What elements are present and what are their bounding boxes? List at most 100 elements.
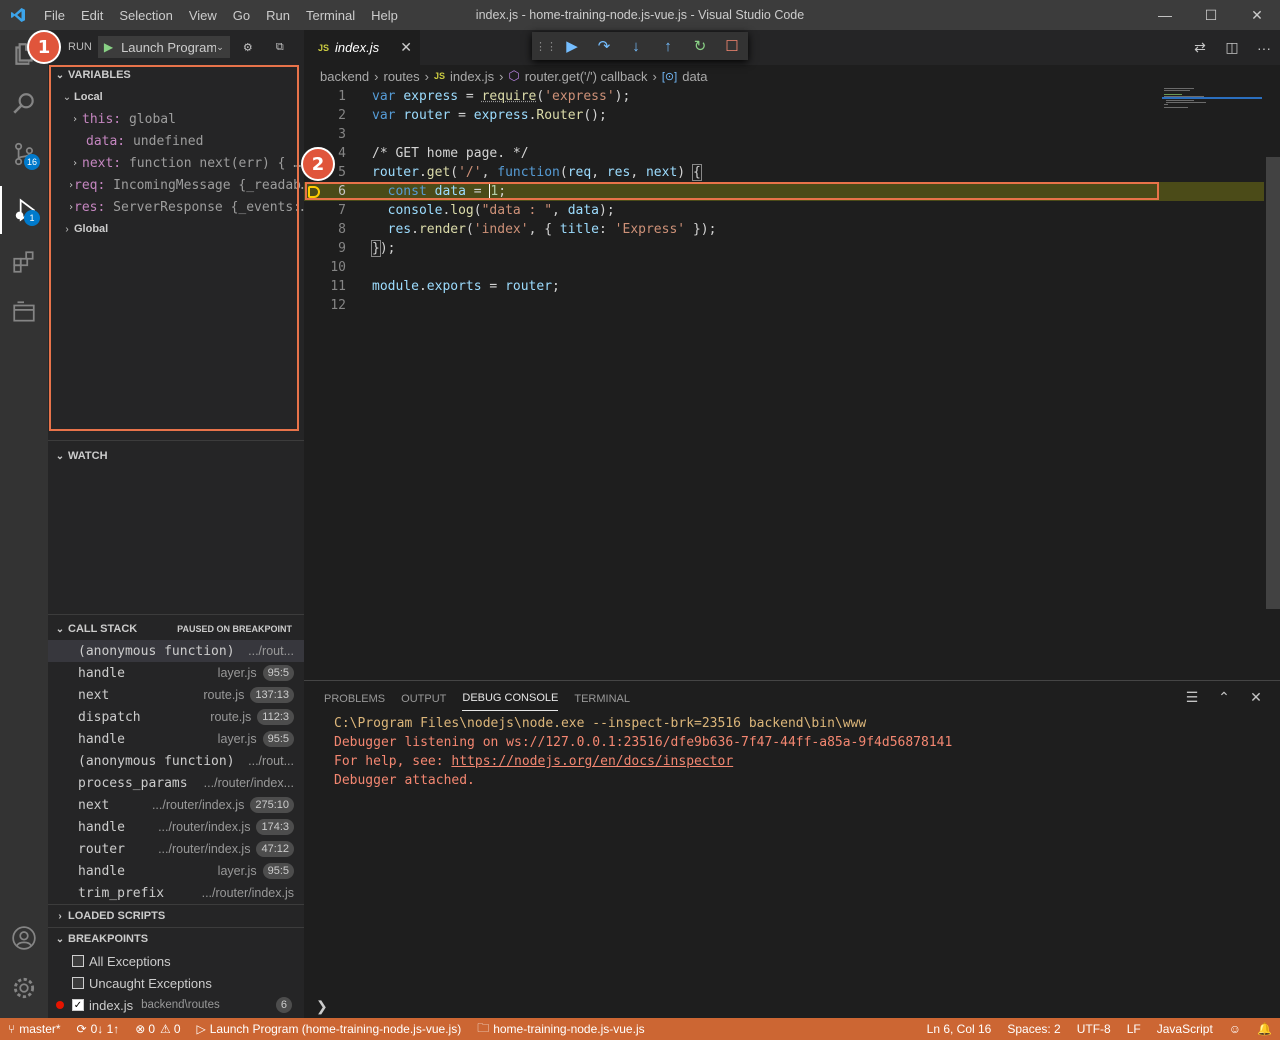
minimap[interactable]: [1162, 87, 1262, 127]
tab-index-js[interactable]: JS index.js ✕: [304, 30, 420, 65]
breakpoint-uncaught-exceptions[interactable]: Uncaught Exceptions: [48, 972, 304, 994]
breakpoint-index-js[interactable]: ✓ index.js backend\routes 6: [48, 994, 304, 1016]
menu-selection[interactable]: Selection: [111, 8, 180, 23]
source-control-icon[interactable]: 16: [0, 130, 48, 178]
repl-input[interactable]: ❯: [316, 998, 328, 1018]
code-line: 3: [304, 125, 1264, 144]
call-stack-frame[interactable]: handle layer.js 95:5: [48, 728, 304, 750]
call-stack-header[interactable]: ⌄ CALL STACK PAUSED ON BREAKPOINT: [48, 618, 304, 640]
breadcrumb-item[interactable]: router.get('/') callback: [525, 69, 648, 84]
call-stack-frame[interactable]: handle layer.js 95:5: [48, 662, 304, 684]
debug-launch-status[interactable]: ▷ Launch Program (home-training-node.js-v…: [189, 1022, 470, 1036]
continue-icon[interactable]: ▶: [556, 32, 588, 60]
menu-file[interactable]: File: [36, 8, 73, 23]
maximize-button[interactable]: ☐: [1188, 0, 1234, 30]
menu-go[interactable]: Go: [225, 8, 258, 23]
split-editor-icon[interactable]: ◫: [1216, 39, 1248, 56]
call-stack-frame[interactable]: handle layer.js 95:5: [48, 860, 304, 882]
breadcrumb-item[interactable]: index.js: [450, 69, 494, 84]
step-into-icon[interactable]: ↓: [620, 32, 652, 60]
debug-console-icon[interactable]: ⧉: [266, 36, 294, 58]
code-editor[interactable]: 1 var express = require('express'); 2 var …: [304, 87, 1280, 680]
minimize-button[interactable]: —: [1142, 0, 1188, 30]
step-out-icon[interactable]: ↑: [652, 32, 684, 60]
feedback-icon[interactable]: ☺: [1221, 1022, 1249, 1036]
launch-config-dropdown[interactable]: ▶ Launch Program ⌄: [97, 36, 230, 58]
menu-terminal[interactable]: Terminal: [298, 8, 363, 23]
call-stack-frame[interactable]: (anonymous function) .../rout...: [48, 640, 304, 662]
folder-status[interactable]: 🗀 home-training-node.js-vue.js: [469, 1019, 652, 1040]
call-stack-frame[interactable]: next route.js 137:13: [48, 684, 304, 706]
breakpoint-all-exceptions[interactable]: All Exceptions: [48, 950, 304, 972]
maximize-panel-icon[interactable]: ⌃: [1208, 689, 1240, 706]
call-stack-frame[interactable]: (anonymous function) .../rout...: [48, 750, 304, 772]
line-number: 7: [338, 203, 346, 218]
frame-function: handle: [78, 819, 125, 835]
frame-source: route.js: [210, 710, 252, 724]
call-stack-frame[interactable]: router .../router/index.js 47:12: [48, 838, 304, 860]
breadcrumb-item[interactable]: backend: [320, 69, 369, 84]
javascript-file-icon: JS: [433, 71, 445, 81]
call-stack-frame[interactable]: handle .../router/index.js 174:3: [48, 816, 304, 838]
editor-scrollbar[interactable]: [1266, 157, 1280, 609]
language-mode[interactable]: JavaScript: [1149, 1022, 1221, 1036]
open-changes-icon[interactable]: ⇄: [1184, 39, 1216, 56]
menu-view[interactable]: View: [181, 8, 225, 23]
clear-console-icon[interactable]: ☰: [1176, 689, 1208, 706]
end-of-line[interactable]: LF: [1119, 1022, 1149, 1036]
extensions-icon[interactable]: [0, 238, 48, 286]
call-stack-frame[interactable]: dispatch route.js 112:3: [48, 706, 304, 728]
tab-terminal[interactable]: TERMINAL: [574, 687, 630, 711]
remote-explorer-icon[interactable]: [0, 288, 48, 336]
close-tab-icon[interactable]: ✕: [400, 39, 412, 56]
breadcrumb-item[interactable]: routes: [384, 69, 420, 84]
watch-header[interactable]: ⌄ WATCH: [48, 445, 304, 467]
breakpoint-label: All Exceptions: [89, 953, 171, 969]
problems-status[interactable]: ⊗ 0 ⚠ 0: [127, 1022, 188, 1036]
indentation[interactable]: Spaces: 2: [999, 1022, 1068, 1036]
notifications-bell-icon[interactable]: 🔔: [1249, 1022, 1280, 1036]
call-stack-frame[interactable]: next .../router/index.js 275:10: [48, 794, 304, 816]
variable-symbol-icon: [⊙]: [661, 70, 678, 83]
tab-label: index.js: [335, 40, 380, 55]
menu-help[interactable]: Help: [363, 8, 406, 23]
branch-name: master*: [19, 1022, 61, 1036]
inspector-docs-link[interactable]: https://nodejs.org/en/docs/inspector: [451, 754, 733, 769]
encoding[interactable]: UTF-8: [1069, 1022, 1119, 1036]
drag-handle-icon[interactable]: ⋮⋮: [535, 32, 557, 60]
stop-icon[interactable]: ☐: [716, 32, 748, 60]
run-debug-icon[interactable]: 1: [0, 186, 48, 234]
search-icon[interactable]: [0, 80, 48, 128]
loaded-scripts-header[interactable]: › LOADED SCRIPTS: [48, 905, 304, 927]
branch-status[interactable]: ⑂ master*: [0, 1022, 69, 1036]
open-launch-json-gear-icon[interactable]: ⚙: [234, 36, 262, 58]
current-line-highlight-box: [305, 182, 1159, 200]
settings-gear-icon[interactable]: [0, 964, 48, 1012]
call-stack-frame[interactable]: process_params .../router/index...: [48, 772, 304, 794]
chevron-right-icon: ›: [499, 68, 504, 84]
close-panel-icon[interactable]: ✕: [1240, 689, 1272, 706]
restart-icon[interactable]: ↻: [684, 32, 716, 60]
tab-debug-console[interactable]: DEBUG CONSOLE: [462, 686, 559, 711]
menu-edit[interactable]: Edit: [73, 8, 111, 23]
cursor-position[interactable]: Ln 6, Col 16: [919, 1022, 1000, 1036]
breadcrumb-item[interactable]: data: [682, 69, 707, 84]
line-number: 8: [338, 222, 346, 237]
sync-status[interactable]: ⟳ 0↓ 1↑: [69, 1022, 128, 1036]
frame-function: handle: [78, 665, 125, 681]
checkbox-checked[interactable]: ✓: [72, 999, 84, 1011]
call-stack-frame[interactable]: trim_prefix .../router/index.js: [48, 882, 304, 904]
frame-function: handle: [78, 863, 125, 879]
close-window-button[interactable]: ✕: [1234, 0, 1280, 30]
accounts-icon[interactable]: [0, 914, 48, 962]
start-debugging-icon[interactable]: ▶: [104, 40, 113, 54]
checkbox[interactable]: [72, 955, 84, 967]
tab-problems[interactable]: PROBLEMS: [324, 687, 385, 711]
checkbox[interactable]: [72, 977, 84, 989]
more-actions-icon[interactable]: ···: [1248, 40, 1280, 56]
menu-run[interactable]: Run: [258, 8, 298, 23]
tab-output[interactable]: OUTPUT: [401, 687, 446, 711]
chevron-right-icon: ›: [374, 68, 379, 84]
step-over-icon[interactable]: ↷: [588, 32, 620, 60]
breakpoints-header[interactable]: ⌄ BREAKPOINTS: [48, 928, 304, 950]
